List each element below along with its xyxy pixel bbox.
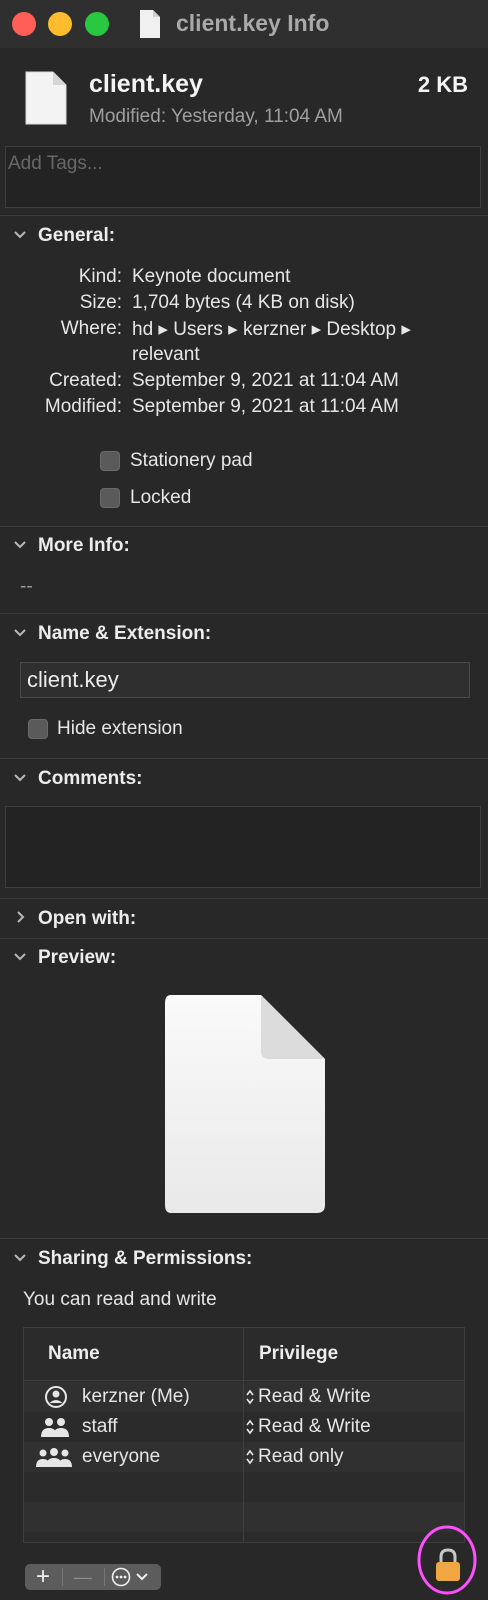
- name-extension-header[interactable]: Name & Extension:: [0, 620, 488, 650]
- add-button[interactable]: +: [25, 1564, 61, 1590]
- divider: [0, 215, 488, 216]
- name-input[interactable]: [21, 663, 469, 697]
- comments-title: Comments:: [38, 768, 143, 789]
- stationery-pad-checkbox[interactable]: [100, 451, 120, 471]
- where-value: hd ▸ Users ▸ kerzner ▸ Desktop ▸: [132, 319, 411, 340]
- more-info-title: More Info:: [38, 535, 130, 556]
- stepper-arrows-icon: [246, 1449, 254, 1465]
- kind-label: Kind:: [78, 266, 122, 287]
- table-row[interactable]: everyone Read only: [24, 1442, 464, 1472]
- group-name: staff: [82, 1416, 118, 1437]
- modified-summary: Modified: Yesterday, 11:04 AM: [89, 106, 343, 127]
- everyone-name: everyone: [82, 1446, 161, 1467]
- where-label: Where:: [60, 318, 122, 339]
- action-menu-button[interactable]: [107, 1564, 159, 1590]
- divider: [0, 938, 488, 939]
- file-name: client.key: [89, 70, 203, 98]
- name-column-header[interactable]: Name: [48, 1328, 100, 1380]
- preview-header[interactable]: Preview:: [0, 944, 488, 974]
- user-privilege[interactable]: Read & Write: [258, 1386, 371, 1408]
- group-icon: [41, 1418, 69, 1437]
- document-preview-icon: [165, 995, 325, 1213]
- empty-row: [24, 1472, 464, 1502]
- chevron-down-icon: [14, 953, 26, 961]
- document-icon: [140, 10, 160, 38]
- where-value-continued: relevant: [132, 344, 200, 365]
- empty-row: [24, 1502, 464, 1532]
- permissions-toolbar: + —: [25, 1564, 161, 1590]
- divider: [0, 1238, 488, 1239]
- comments-field[interactable]: [5, 806, 484, 891]
- comments-header[interactable]: Comments:: [0, 765, 488, 795]
- divider: [0, 758, 488, 759]
- locked-checkbox[interactable]: [100, 488, 120, 508]
- comments-textarea[interactable]: [6, 807, 484, 891]
- minimize-button[interactable]: [48, 12, 72, 36]
- close-button[interactable]: [12, 12, 36, 36]
- table-row[interactable]: staff Read & Write: [24, 1412, 464, 1442]
- chevron-down-icon: [14, 629, 26, 637]
- kind-value: Keynote document: [132, 266, 291, 287]
- everyone-privilege[interactable]: Read only: [258, 1446, 344, 1468]
- stepper-arrows-icon: [246, 1419, 254, 1435]
- remove-button[interactable]: —: [63, 1564, 103, 1590]
- more-info-value: --: [20, 576, 33, 597]
- chevron-down-icon: [14, 541, 26, 549]
- tags-field[interactable]: Add Tags...: [5, 146, 481, 208]
- divider: [0, 898, 488, 899]
- locked-label: Locked: [130, 487, 192, 508]
- sharing-header[interactable]: Sharing & Permissions:: [0, 1245, 488, 1275]
- hide-extension-label: Hide extension: [57, 718, 183, 739]
- sharing-title: Sharing & Permissions:: [38, 1248, 253, 1269]
- lock-icon[interactable]: [435, 1547, 461, 1583]
- user-name: kerzner (Me): [82, 1386, 190, 1407]
- chevron-down-icon: [136, 1573, 148, 1581]
- permissions-table: Name Privilege kerzner (Me) Read & Write…: [23, 1327, 465, 1543]
- created-value: September 9, 2021 at 11:04 AM: [132, 370, 399, 391]
- ellipsis-circle-icon: [111, 1567, 131, 1587]
- everyone-icon: [36, 1448, 72, 1467]
- stationery-pad-label: Stationery pad: [130, 450, 253, 471]
- divider: [0, 526, 488, 527]
- preview-title: Preview:: [38, 947, 117, 968]
- modified-value: September 9, 2021 at 11:04 AM: [132, 396, 399, 417]
- created-label: Created:: [49, 370, 122, 391]
- open-with-header[interactable]: Open with:: [0, 905, 488, 935]
- name-extension-title: Name & Extension:: [38, 623, 212, 644]
- divider: [0, 613, 488, 614]
- size-label: Size:: [79, 292, 122, 313]
- tags-placeholder: Add Tags...: [8, 153, 103, 174]
- column-divider: [243, 1328, 244, 1542]
- name-field[interactable]: [20, 662, 470, 698]
- permission-status: You can read and write: [23, 1289, 217, 1310]
- user-icon: [45, 1386, 67, 1408]
- more-info-header[interactable]: More Info:: [0, 532, 488, 562]
- window-title: client.key Info: [176, 10, 330, 36]
- chevron-down-icon: [14, 774, 26, 782]
- size-value: 1,704 bytes (4 KB on disk): [132, 292, 355, 313]
- file-icon: [25, 71, 67, 125]
- chevron-right-icon: [17, 911, 25, 923]
- modified-label: Modified:: [44, 396, 122, 417]
- stepper-arrows-icon: [246, 1389, 254, 1405]
- general-title: General:: [38, 225, 116, 246]
- hide-extension-checkbox[interactable]: [28, 719, 48, 739]
- open-with-title: Open with:: [38, 908, 137, 929]
- zoom-button[interactable]: [85, 12, 109, 36]
- chevron-down-icon: [14, 1254, 26, 1262]
- chevron-down-icon: [14, 231, 26, 239]
- table-row[interactable]: kerzner (Me) Read & Write: [24, 1382, 464, 1412]
- general-header[interactable]: General:: [0, 222, 488, 252]
- file-size: 2 KB: [417, 72, 468, 97]
- group-privilege[interactable]: Read & Write: [258, 1416, 371, 1438]
- privilege-column-header[interactable]: Privilege: [259, 1328, 338, 1380]
- separator: [104, 1568, 105, 1586]
- header-divider: [24, 1380, 464, 1381]
- title-bar: client.key Info: [0, 0, 488, 48]
